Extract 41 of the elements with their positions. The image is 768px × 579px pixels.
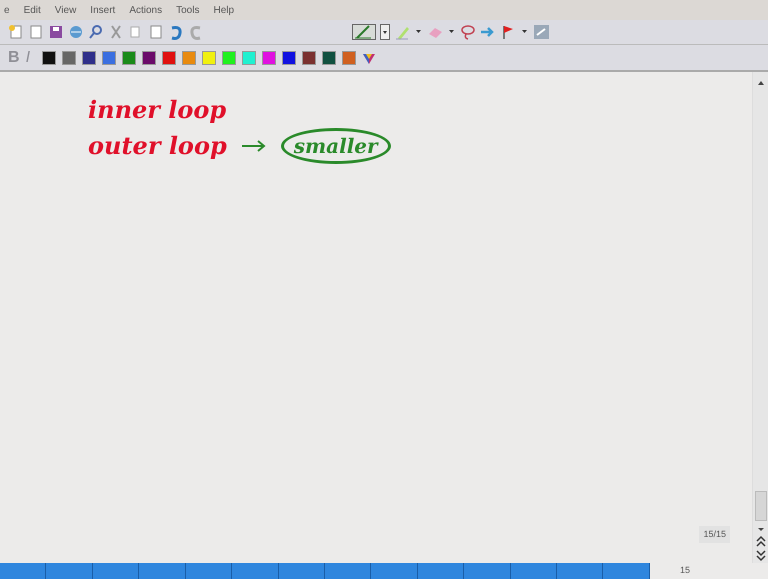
color-swatch[interactable] [222, 50, 236, 64]
pen-icon[interactable] [352, 24, 376, 40]
new-page-icon[interactable] [8, 24, 24, 40]
menu-item[interactable]: Insert [90, 2, 116, 18]
color-swatch[interactable] [302, 50, 316, 64]
color-swatch[interactable] [42, 50, 56, 64]
menu-item[interactable]: Actions [129, 2, 162, 18]
color-swatch[interactable] [62, 50, 76, 64]
menu-item[interactable]: Edit [24, 2, 41, 18]
save-icon[interactable] [48, 24, 64, 40]
handwritten-text: inner loop [88, 94, 226, 126]
page-counter: 15/15 [699, 526, 730, 543]
handwritten-text: outer loop [88, 130, 227, 162]
color-swatch[interactable] [242, 50, 256, 64]
menu-item[interactable]: e [4, 2, 10, 18]
color-swatch[interactable] [122, 50, 136, 64]
circled-handwritten-text: smaller [280, 128, 391, 164]
globe-icon[interactable] [68, 24, 84, 40]
color-swatch[interactable] [182, 50, 196, 64]
page-number: 15 [680, 564, 690, 578]
scrollbar-thumb[interactable] [754, 491, 766, 521]
menu-item[interactable]: Help [213, 2, 234, 18]
open-icon[interactable] [28, 24, 44, 40]
search-icon[interactable] [88, 24, 104, 40]
color-swatch[interactable] [142, 50, 156, 64]
color-swatch[interactable] [202, 50, 216, 64]
color-swatch[interactable] [282, 50, 296, 64]
lasso-icon[interactable] [460, 24, 476, 40]
page-strip[interactable] [0, 563, 650, 579]
menu-item[interactable]: View [54, 2, 76, 18]
color-swatch[interactable] [82, 50, 96, 64]
color-swatch[interactable] [162, 50, 176, 64]
scroll-down-icon[interactable] [756, 525, 766, 533]
color-swatch[interactable] [262, 50, 276, 64]
color-swatch[interactable] [102, 50, 116, 64]
paste-icon[interactable] [148, 24, 164, 40]
page-up-down-icon[interactable] [754, 533, 766, 563]
color-swatch[interactable] [322, 50, 336, 64]
caret-icon[interactable] [380, 24, 390, 40]
color-swatch[interactable] [342, 50, 356, 64]
menu-item[interactable]: Tools [176, 2, 200, 18]
